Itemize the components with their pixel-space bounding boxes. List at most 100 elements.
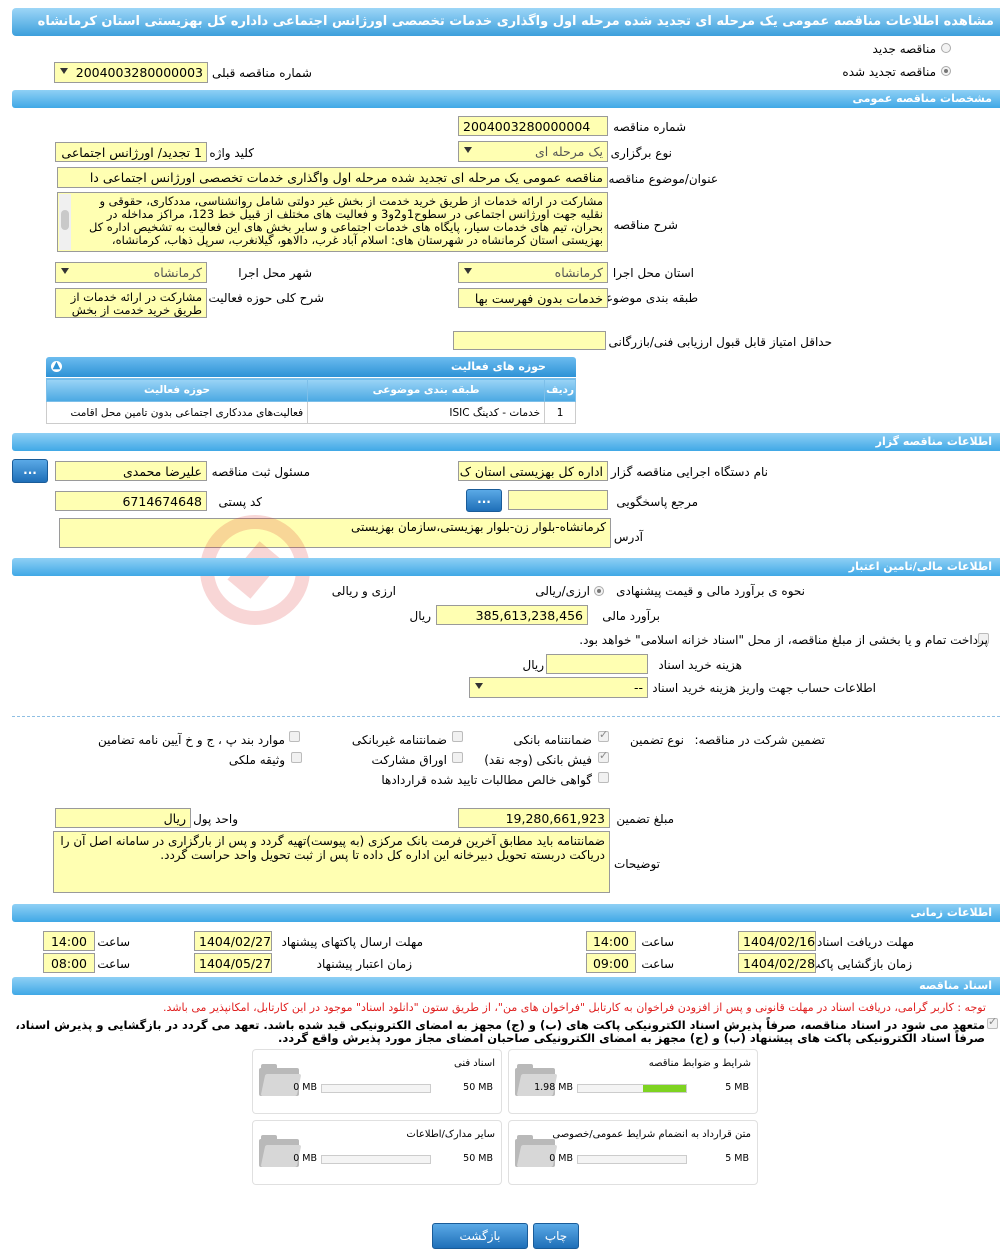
file-max: 5 MB <box>725 1082 749 1093</box>
currency-field[interactable]: ریال <box>55 808 191 828</box>
file-box-technical[interactable]: اسناد فنی 50 MB 0 MB <box>252 1049 502 1114</box>
receive-deadline-date[interactable]: 1404/02/16 <box>738 931 816 951</box>
chk-nonbank-guarantee-label: ضمانتنامه غیربانکی <box>351 733 447 747</box>
section-financial: اطلاعات مالی/تامین اعتبار <box>12 558 1000 576</box>
tender-number-field[interactable]: 2004003280000004 <box>458 116 608 136</box>
doc-cost-field[interactable] <box>546 654 648 674</box>
amount-field[interactable]: 19,280,661,923 <box>458 808 610 828</box>
notes-field[interactable]: ضمانتنامه باید مطابق آخرین فرمت بانک مرک… <box>53 831 610 893</box>
chk-nonbank-guarantee[interactable] <box>452 731 463 742</box>
receive-deadline-time[interactable]: 14:00 <box>586 931 636 951</box>
responsible-more-button[interactable]: ... <box>12 459 48 483</box>
postal-field[interactable]: 6714674648 <box>55 491 207 511</box>
doc-cost-label: هزینه خرید اسناد <box>658 658 742 672</box>
type-select[interactable]: یک مرحله ای <box>458 141 608 162</box>
org-label: نام دستگاه اجرایی مناقصه گزار <box>610 465 768 479</box>
estimate-label: برآورد مالی <box>602 609 660 623</box>
notes-label: توضیحات <box>613 857 660 871</box>
receive-time-label: ساعت <box>641 935 674 949</box>
collapse-icon[interactable]: ▲ <box>51 361 62 372</box>
send-deadline-date[interactable]: 1404/02/27 <box>194 931 272 951</box>
ref-field[interactable] <box>508 490 608 510</box>
opening-date[interactable]: 1404/02/28 <box>738 953 816 973</box>
section-general: مشخصات مناقصه عمومی <box>12 90 1000 108</box>
chk-property-guarantee-label: وثیقه ملکی <box>228 753 285 767</box>
file-progress <box>321 1155 431 1164</box>
cell-category: خدمات - کدینگ ISIC <box>307 401 546 424</box>
scrollbar-thumb[interactable] <box>61 210 69 230</box>
print-button[interactable]: چاپ <box>533 1223 579 1249</box>
amount-label: مبلغ تضمین <box>616 812 674 826</box>
minscore-label: حداقل امتیاز قابل قبول ارزیابی فنی/بازرگ… <box>608 335 832 349</box>
chk-bonds-guarantee-label: اوراق مشارکت <box>371 753 447 767</box>
scrollbar[interactable] <box>59 194 71 250</box>
file-box-contract[interactable]: متن قرارداد به انضمام شرایط عمومی/خصوصی … <box>508 1120 758 1185</box>
col-category: طبقه بندی موضوعی <box>307 378 546 402</box>
subject-label: عنوان/موضوع مناقصه <box>608 172 718 186</box>
receive-deadline-label: مهلت دریافت اسناد <box>816 935 914 949</box>
postal-label: کد پستی <box>218 495 263 509</box>
radio-renewed-tender[interactable] <box>941 66 951 76</box>
validity-time[interactable]: 08:00 <box>43 953 95 973</box>
file-used: 1.98 MB <box>534 1082 573 1093</box>
validity-date[interactable]: 1404/05/27 <box>194 953 272 973</box>
keyword-field[interactable]: 1 تجدید/ اورژانس اجتماعی <box>55 142 207 162</box>
desc-label: شرح مناقصه <box>613 218 678 232</box>
radio-fx-rial[interactable] <box>594 586 604 596</box>
province-select[interactable]: کرمانشاه <box>458 262 608 283</box>
file-box-other[interactable]: سایر مدارک/اطلاعات 50 MB 0 MB <box>252 1120 502 1185</box>
commit-checkbox[interactable] <box>987 1015 998 1029</box>
desc-field[interactable]: مشارکت در ارائه خدمات از طریق خرید خدمت … <box>57 192 608 252</box>
file-name: متن قرارداد به انضمام شرایط عمومی/خصوصی <box>552 1129 751 1140</box>
tender-number-label: شماره مناقصه <box>613 120 686 134</box>
chk-items-guarantee[interactable] <box>289 731 300 742</box>
divider <box>12 716 1000 717</box>
validity-label: زمان اعتبار پیشنهاد <box>316 957 412 971</box>
cell-row: 1 <box>544 401 576 424</box>
file-progress <box>577 1084 687 1093</box>
radio-new-tender[interactable] <box>941 43 951 53</box>
chk-receivables-guarantee[interactable] <box>598 772 609 783</box>
documents-notice: توجه : کاربر گرامی، دریافت اسناد در مهلت… <box>162 1001 986 1014</box>
province-label: استان محل اجرا <box>612 266 694 280</box>
account-select[interactable]: -- <box>469 677 648 698</box>
prev-number-label: شماره مناقصه قبلی <box>212 66 312 80</box>
scope-field[interactable]: مشارکت در ارائه خدمات از طریق خرید خدمت … <box>55 288 207 318</box>
prev-number-select[interactable]: 2004003280000003 <box>54 62 208 83</box>
chk-bonds-guarantee[interactable] <box>452 752 463 763</box>
chk-bank-guarantee-label: ضمانتنامه بانکی <box>513 733 592 747</box>
commit-line2: صرفاً اسناد الکترونیکی پاکت های پیشنهاد … <box>278 1031 985 1045</box>
file-name: سایر مدارک/اطلاعات <box>406 1129 495 1140</box>
category-field[interactable]: خدمات بدون فهرست بها <box>458 288 608 308</box>
send-deadline-time[interactable]: 14:00 <box>43 931 95 951</box>
chk-bank-guarantee[interactable] <box>598 728 609 742</box>
file-progress <box>577 1155 687 1164</box>
file-max: 5 MB <box>725 1153 749 1164</box>
type-label: نوع برگزاری <box>610 146 672 160</box>
chk-cash-guarantee-label: فیش بانکی (وجه نقد) <box>484 753 592 767</box>
opening-time[interactable]: 09:00 <box>586 953 636 973</box>
chevron-down-icon <box>464 147 472 153</box>
cell-activity: فعالیت‌های مددکاری اجتماعی بدون تامین مح… <box>45 401 309 424</box>
estimate-field[interactable]: 385,613,238,456 <box>436 605 588 625</box>
responsible-field[interactable]: علیرضا محمدی <box>55 461 207 481</box>
file-box-terms[interactable]: شرایط و ضوابط مناقصه 5 MB 1.98 MB <box>508 1049 758 1114</box>
radio-new-label: مناقصه جدید <box>872 42 936 56</box>
file-progress-fill <box>643 1085 686 1092</box>
back-button[interactable]: بازگشت <box>432 1223 528 1249</box>
org-field[interactable]: اداره کل بهزیستی استان ک <box>458 461 608 481</box>
account-label: اطلاعات حساب جهت واریز هزینه خرید اسناد <box>652 681 876 695</box>
minscore-field[interactable] <box>453 331 606 350</box>
table-row: 1 خدمات - کدینگ ISIC فعالیت‌های مددکاری … <box>45 401 576 424</box>
subject-field[interactable]: مناقصه عمومی یک مرحله ای تجدید شده مرحله… <box>57 167 608 188</box>
ref-label: مرجع پاسخگویی <box>616 495 698 509</box>
responsible-label: مسئول ثبت مناقصه <box>211 465 310 479</box>
chevron-down-icon <box>61 268 69 274</box>
section-documents: اسناد مناقصه <box>12 977 1000 995</box>
chk-property-guarantee[interactable] <box>291 752 302 763</box>
payment-text: پرداخت تمام و یا بخشی از مبلغ مناقصه، از… <box>579 633 988 647</box>
city-select[interactable]: کرمانشاه <box>55 262 207 283</box>
ref-more-button[interactable]: ... <box>466 489 502 512</box>
method-label: نحوه ی برآورد مالی و قیمت پیشنهادی <box>616 584 805 598</box>
chk-cash-guarantee[interactable] <box>598 749 609 763</box>
